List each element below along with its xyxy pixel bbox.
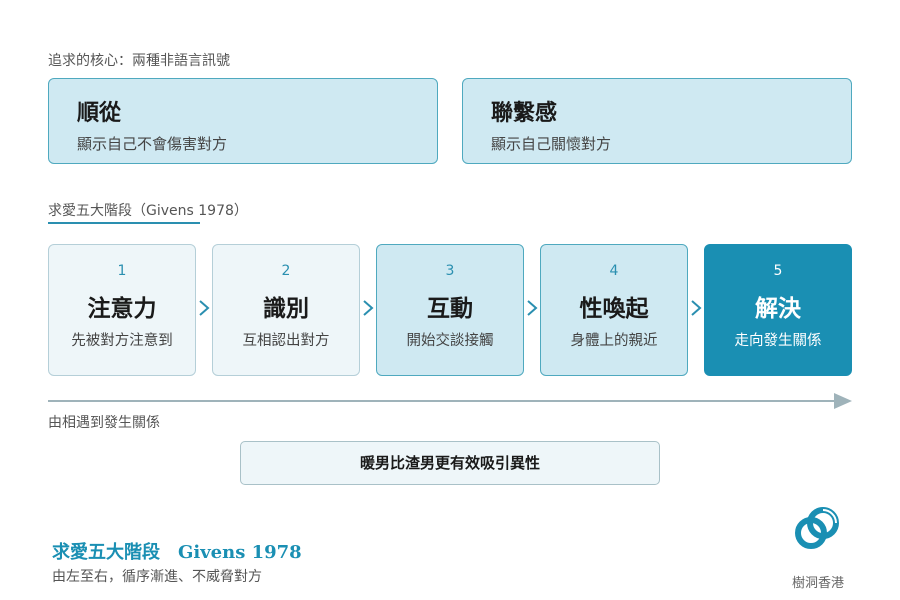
stage-description: 身體上的親近 — [570, 333, 658, 349]
stage-3-box: 3 互動 開始交談接觸 — [376, 244, 524, 376]
signal-box-submission: 順從 顯示自己不會傷害對方 — [48, 78, 438, 164]
chevron-right-icon — [363, 300, 374, 316]
stage-title: 識別 — [263, 296, 309, 322]
chevron-right-icon — [527, 300, 538, 316]
stage-number: 3 — [445, 263, 455, 279]
stages-section-label: 求愛五大階段（Givens 1978） — [48, 203, 248, 219]
stage-title: 性喚起 — [579, 296, 649, 322]
chevron-right-icon — [691, 300, 702, 316]
stage-title: 注意力 — [87, 296, 157, 322]
emphasis-box: 暖男比渣男更有效吸引異性 — [240, 441, 660, 485]
signal-title: 聯繫感 — [491, 101, 558, 126]
stage-number: 2 — [281, 263, 291, 279]
timeline-line — [48, 400, 838, 402]
stage-description: 走向發生關係 — [734, 333, 822, 349]
stage-5-box: 5 解決 走向發生關係 — [704, 244, 852, 376]
stage-4-box: 4 性喚起 身體上的親近 — [540, 244, 688, 376]
signal-subtitle: 顯示自己關懷對方 — [491, 135, 612, 153]
chevron-right-icon — [199, 300, 210, 316]
stages-label-underline — [48, 222, 200, 224]
stage-number: 5 — [773, 263, 783, 279]
stage-number: 4 — [609, 263, 619, 279]
footer-title: 求愛五大階段 Givens 1978 — [52, 542, 302, 563]
timeline-arrow-icon — [834, 393, 852, 409]
signal-title: 順從 — [77, 101, 122, 126]
signal-box-connection: 聯繫感 顯示自己關懷對方 — [462, 78, 852, 164]
stage-description: 互相認出對方 — [242, 333, 330, 349]
stage-2-box: 2 識別 互相認出對方 — [212, 244, 360, 376]
stage-description: 先被對方注意到 — [71, 333, 173, 349]
stage-title: 解決 — [755, 296, 801, 322]
footer-subtitle: 由左至右，循序漸進、不威脅對方 — [52, 569, 262, 585]
stage-title: 互動 — [427, 296, 473, 322]
brand-logo-icon — [795, 507, 839, 549]
signal-subtitle: 顯示自己不會傷害對方 — [77, 135, 228, 153]
stage-description: 開始交談接觸 — [406, 333, 494, 349]
stage-number: 1 — [117, 263, 127, 279]
timeline-label: 由相遇到發生關係 — [48, 415, 160, 431]
brand-name: 樹洞香港 — [792, 576, 845, 591]
stage-1-box: 1 注意力 先被對方注意到 — [48, 244, 196, 376]
core-section-label: 追求的核心：兩種非語言訊號 — [48, 53, 230, 69]
